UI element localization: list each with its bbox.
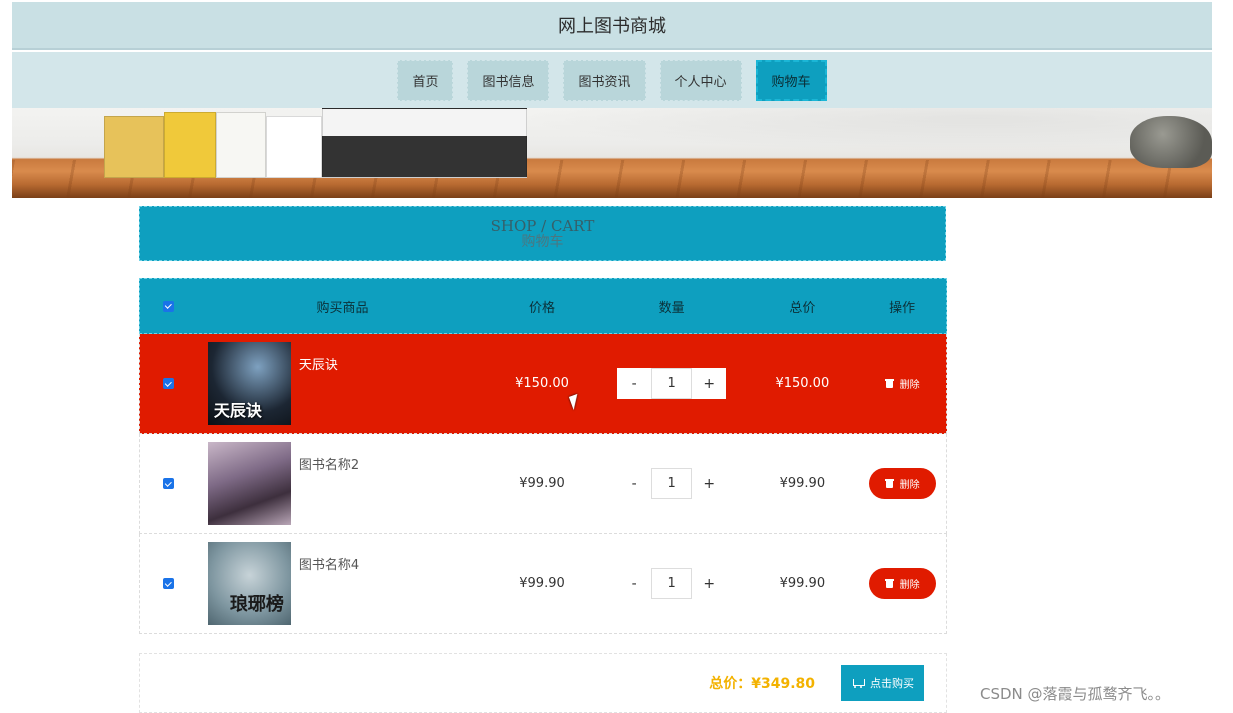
delete-button[interactable]: 删除 [868, 568, 936, 599]
qty-input[interactable]: 1 [651, 468, 693, 499]
item-total: ¥99.90 [779, 576, 826, 591]
banner-image [12, 108, 1212, 198]
nav-item-profile[interactable]: 个人中心 [659, 59, 742, 101]
header-total: 总价 [789, 300, 816, 316]
cart-row: 图书名称2 ¥99.90 - 1 + ¥99.90 删除 [139, 434, 947, 534]
banner-book [266, 116, 322, 178]
delete-label: 删除 [899, 480, 920, 491]
select-all-cell [140, 300, 198, 312]
trash-icon [884, 379, 894, 388]
nav-item-home[interactable]: 首页 [397, 59, 454, 101]
quantity-stepper: - 1 + [617, 368, 727, 399]
qty-minus-button[interactable]: - [617, 568, 651, 599]
book-name[interactable]: 图书名称4 [299, 554, 359, 573]
trash-icon [884, 479, 894, 488]
header-product: 购买商品 [316, 300, 369, 316]
item-total: ¥150.00 [775, 376, 830, 391]
banner-book [216, 112, 266, 178]
banner-book [322, 108, 527, 178]
qty-input[interactable]: 1 [651, 368, 693, 399]
banner-rock [1130, 116, 1212, 168]
delete-button[interactable]: 删除 [869, 368, 936, 399]
qty-minus-button[interactable]: - [617, 368, 651, 399]
nav-item-book-news[interactable]: 图书资讯 [563, 59, 646, 101]
site-header: 网上图书商城 [12, 2, 1212, 50]
banner-mountain-art [432, 108, 1212, 158]
item-price: ¥99.90 [519, 576, 565, 591]
qty-plus-button[interactable]: + [692, 468, 726, 499]
nav-item-book-info[interactable]: 图书信息 [467, 59, 550, 101]
item-total: ¥99.90 [779, 476, 826, 491]
nav-item-cart[interactable]: 购物车 [755, 59, 827, 101]
cart-section-title: SHOP / CART 购物车 [139, 206, 946, 261]
header-qty: 数量 [658, 300, 685, 316]
banner-book [104, 116, 164, 178]
quantity-stepper: - 1 + [617, 568, 726, 599]
banner-book [164, 112, 216, 178]
cart-row: 天辰诀 天辰诀 ¥150.00 - 1 + ¥150.00 删除 [139, 334, 947, 434]
cover-title: 天辰诀 [213, 401, 262, 420]
item-price: ¥150.00 [515, 376, 569, 391]
header-action: 操作 [889, 300, 916, 316]
book-cover[interactable] [207, 442, 291, 525]
cover-title: 琅琊榜 [229, 594, 284, 615]
cart-table-header: 购买商品 价格 数量 总价 操作 [139, 278, 947, 334]
site-title: 网上图书商城 [558, 16, 666, 37]
cart-icon [851, 678, 865, 689]
row-checkbox[interactable] [163, 578, 175, 589]
book-name[interactable]: 图书名称2 [299, 454, 359, 473]
item-price: ¥99.90 [519, 476, 565, 491]
qty-input[interactable]: 1 [651, 568, 693, 599]
book-name[interactable]: 天辰诀 [299, 354, 338, 373]
cart-title-zh: 购物车 [521, 233, 564, 250]
cart-row: 琅琊榜 图书名称4 ¥99.90 - 1 + ¥99.90 删除 [139, 534, 947, 634]
quantity-stepper: - 1 + [617, 468, 726, 499]
cart-footer: 总价：¥349.80 点击购买 [139, 653, 947, 713]
book-cover[interactable]: 琅琊榜 [207, 542, 291, 625]
buy-button[interactable]: 点击购买 [841, 665, 924, 701]
main-nav: 首页 图书信息 图书资讯 个人中心 购物车 [12, 52, 1212, 108]
qty-plus-button[interactable]: + [692, 368, 726, 399]
row-checkbox[interactable] [163, 478, 175, 489]
book-cover[interactable]: 天辰诀 [207, 342, 291, 425]
trash-icon [884, 579, 894, 588]
select-all-checkbox[interactable] [163, 300, 175, 312]
cart-table: 购买商品 价格 数量 总价 操作 天辰诀 天辰诀 ¥150.00 - 1 + ¥… [139, 278, 947, 634]
qty-minus-button[interactable]: - [617, 468, 651, 499]
header-price: 价格 [529, 300, 556, 316]
delete-button[interactable]: 删除 [868, 468, 936, 499]
delete-label: 删除 [899, 580, 920, 591]
cart-title-en: SHOP / CART [490, 216, 595, 235]
delete-label: 删除 [899, 380, 920, 391]
watermark: CSDN @落霞与孤鹜齐飞。。 [980, 685, 1171, 703]
row-checkbox[interactable] [163, 378, 175, 389]
grand-total: 总价：¥349.80 [709, 676, 815, 692]
qty-plus-button[interactable]: + [692, 568, 726, 599]
buy-label: 点击购买 [870, 677, 914, 690]
